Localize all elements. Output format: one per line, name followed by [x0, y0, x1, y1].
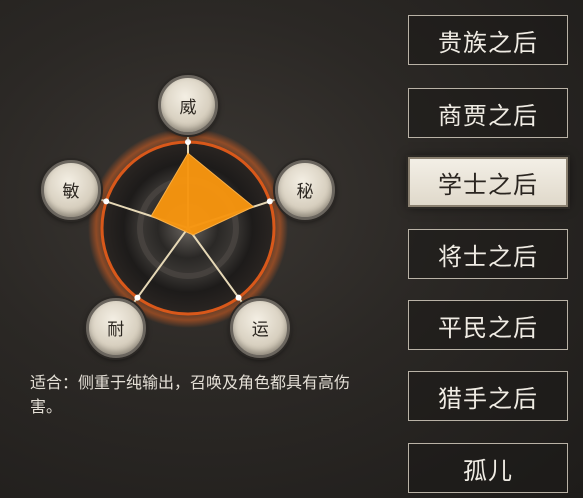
radar-ring-dot-mi: [266, 198, 273, 205]
attribute-label: 耐: [107, 320, 125, 340]
origin-button-3[interactable]: 学士之后: [408, 157, 568, 207]
attribute-label: 秘: [296, 182, 314, 203]
origin-button-1[interactable]: 贵族之后: [408, 15, 568, 65]
attribute-node-wei[interactable]: 威: [158, 75, 218, 135]
attribute-label: 运: [251, 320, 269, 340]
attribute-label: 威: [179, 97, 197, 118]
origin-select-screen: 威秘运 耐 敏 适合：侧重于纯输出，召唤及角色都具有高伤害。 贵族之后商贾之后学士之…: [0, 0, 583, 498]
radar-ring-dot-nai: [134, 294, 141, 301]
origin-button-4[interactable]: 将士之后: [408, 229, 568, 279]
radar-ring-dot-min: [103, 198, 110, 205]
origin-button-5[interactable]: 平民之后: [408, 300, 568, 350]
attribute-node-nai[interactable]: 耐: [85, 297, 146, 358]
attribute-label: 敏: [62, 182, 80, 203]
attribute-node-yun[interactable]: 运: [230, 297, 291, 358]
origin-description: 适合：侧重于纯输出，召唤及角色都具有高伤害。: [30, 373, 351, 416]
radar-ring-dot-wei: [185, 139, 191, 145]
origin-button-6[interactable]: 猎手之后: [408, 371, 568, 421]
attribute-node-min[interactable]: 敏: [41, 159, 102, 220]
origin-button-2[interactable]: 商贾之后: [408, 88, 568, 138]
origin-button-7[interactable]: 孤儿: [408, 443, 568, 493]
attribute-node-mi[interactable]: 秘: [274, 159, 335, 220]
radar-ring-dot-yun: [235, 294, 242, 301]
